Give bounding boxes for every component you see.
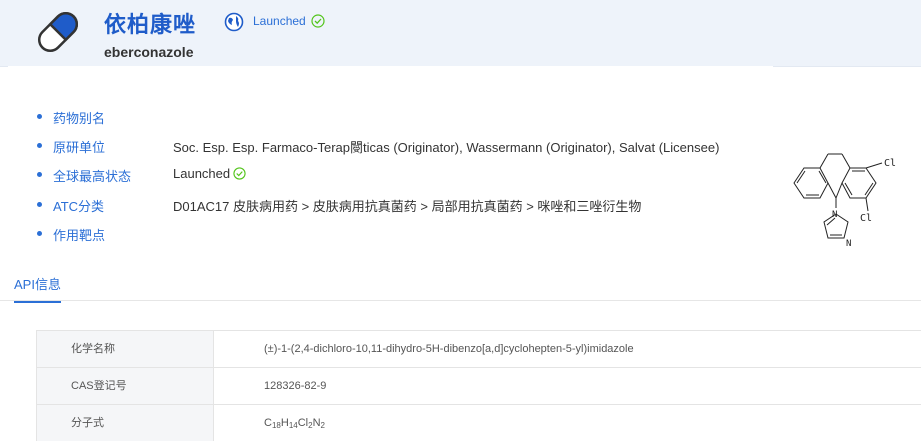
- formula-count: 18: [271, 421, 281, 430]
- info-label: 作用靶点: [53, 228, 106, 243]
- chemical-structure-image: Cl Cl N N: [793, 153, 896, 249]
- formula-count: 2: [320, 421, 325, 430]
- n-label: N: [832, 210, 837, 220]
- row-label: 分子式: [36, 405, 214, 441]
- row-value: 128326-82-9: [264, 380, 327, 392]
- info-label: 全球最高状态: [53, 169, 132, 184]
- info-label: 原研单位: [53, 140, 106, 155]
- info-label: ATC分类: [53, 199, 105, 214]
- api-info-table: 化学名称 (±)-1-(2,4-dichloro-10,11-dihydro-5…: [36, 330, 921, 441]
- row-label: CAS登记号: [36, 368, 214, 404]
- table-row: 分子式 C18H14Cl2N2: [36, 404, 921, 441]
- cl-label: Cl: [860, 213, 872, 224]
- formula-element: C: [264, 417, 272, 429]
- capsule-icon: [37, 11, 79, 53]
- table-row: 化学名称 (±)-1-(2,4-dichloro-10,11-dihydro-5…: [36, 330, 921, 367]
- row-value: (±)-1-(2,4-dichloro-10,11-dihydro-5H-dib…: [264, 343, 634, 355]
- bullet-dot: [37, 172, 42, 177]
- formula-element: H: [280, 417, 289, 429]
- formula-element: N: [312, 417, 321, 429]
- info-value-status: Launched: [173, 166, 246, 181]
- formula-element: Cl: [297, 417, 309, 429]
- bullet-dot: [37, 231, 42, 236]
- drug-name-en: eberconazole: [104, 44, 194, 60]
- formula-count: 14: [288, 421, 298, 430]
- check-circle-icon: [233, 167, 246, 180]
- info-label: 药物别名: [53, 111, 106, 126]
- drug-header: 依柏康唑 eberconazole Launched: [0, 0, 921, 67]
- info-value: Soc. Esp. Esp. Farmaco-Terap閿ticas (Orig…: [173, 140, 720, 155]
- cl-label: Cl: [884, 158, 896, 169]
- info-panel: 药物别名 原研单位 Soc. Esp. Esp. Farmaco-Terap閿t…: [8, 66, 773, 262]
- bullet-dot: [37, 143, 42, 148]
- drug-name-cn: 依柏康唑: [104, 12, 197, 37]
- tab-api-info[interactable]: API信息: [14, 274, 61, 303]
- n-label: N: [846, 239, 851, 249]
- globe-icon: [224, 12, 244, 32]
- molecular-formula: C18H14Cl2N2: [214, 405, 325, 441]
- tab-bar: API信息: [0, 264, 921, 303]
- status-value: Launched: [173, 166, 231, 181]
- status-text: Launched: [253, 14, 306, 28]
- bullet-dot: [37, 202, 42, 207]
- check-circle-icon: [311, 14, 325, 28]
- row-label: 化学名称: [36, 331, 214, 367]
- info-value: D01AC17 皮肤病用药 > 皮肤病用抗真菌药 > 局部用抗真菌药 > 咪唑和…: [173, 199, 642, 214]
- table-row: CAS登记号 128326-82-9: [36, 367, 921, 404]
- bullet-dot: [37, 114, 42, 119]
